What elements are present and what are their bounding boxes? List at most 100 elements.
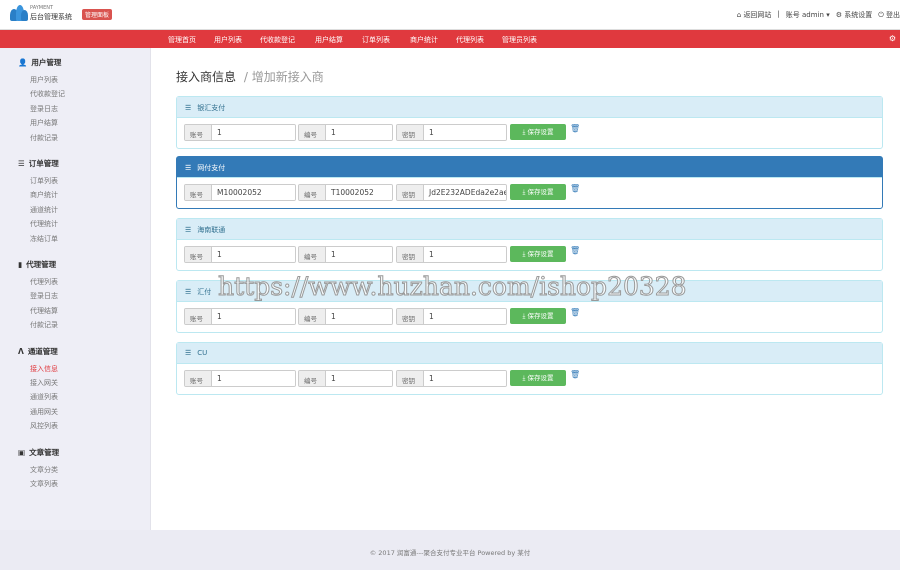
sidebar-group-label: 文章管理: [29, 447, 60, 457]
sidebar-group[interactable]: ☰ 订单管理: [18, 158, 59, 169]
sidebar-item[interactable]: 风控列表: [30, 421, 58, 431]
trash-icon[interactable]: 🗑: [570, 308, 580, 317]
account-addon: 账号: [185, 371, 212, 386]
account-addon: 账号: [185, 125, 212, 140]
sidebar-item[interactable]: 文章分类: [30, 465, 58, 475]
gear-icon: ⚙: [835, 11, 845, 19]
key-input[interactable]: 1: [424, 371, 506, 386]
settings-link[interactable]: ⚙ 系统设置: [836, 10, 873, 20]
sidebar-group[interactable]: ▣ 文章管理: [18, 447, 59, 458]
key-addon: 密钥: [397, 185, 424, 200]
key-field-group: 密钥 1: [396, 308, 507, 325]
nav-item[interactable]: 代收款登记: [260, 35, 295, 45]
sidebar-group[interactable]: ▮ 代理管理: [18, 259, 56, 270]
sidebar-item[interactable]: 通道统计: [30, 205, 58, 215]
number-input[interactable]: 1: [326, 247, 392, 262]
gear-icon[interactable]: ⚙: [889, 34, 896, 43]
key-input[interactable]: 1: [424, 247, 506, 262]
account-field-group: 账号 1: [184, 124, 296, 141]
caret-down-icon: ▾: [826, 11, 830, 19]
nav-item[interactable]: 管理首页: [168, 35, 196, 45]
sidebar-item[interactable]: 接入信息: [30, 364, 58, 374]
nav-item[interactable]: 代理列表: [456, 35, 484, 45]
sidebar-item[interactable]: 付款记录: [30, 320, 58, 330]
provider-name: 海南联通: [197, 226, 226, 234]
provider-name: 网付支付: [197, 164, 226, 172]
sidebar-item[interactable]: 代理列表: [30, 277, 58, 287]
account-input[interactable]: 1: [212, 125, 295, 140]
account-input[interactable]: M10002052: [212, 185, 295, 200]
trash-icon[interactable]: 🗑: [570, 124, 580, 133]
nav-item[interactable]: 用户结算: [315, 35, 343, 45]
sidebar-item[interactable]: 代理结算: [30, 306, 58, 316]
settings-label: 系统设置: [844, 11, 873, 19]
logout-label: 登出: [886, 11, 900, 19]
save-button[interactable]: ⤓ 保存设置: [510, 184, 566, 200]
account-input[interactable]: 1: [212, 371, 295, 386]
number-input[interactable]: 1: [326, 309, 392, 324]
nav-item[interactable]: 用户列表: [214, 35, 242, 45]
key-input[interactable]: 1: [424, 309, 506, 324]
trash-icon[interactable]: 🗑: [570, 370, 580, 379]
key-input[interactable]: 1: [424, 125, 506, 140]
key-input[interactable]: Jd2E232ADEda2e2aeP3: [424, 185, 506, 200]
sidebar-group[interactable]: 👤 用户管理: [18, 57, 61, 68]
sidebar-item[interactable]: 用户列表: [30, 75, 58, 85]
list-icon: ☰: [185, 104, 192, 112]
sidebar-item[interactable]: 代收款登记: [30, 89, 65, 99]
number-field-group: 编号 T10002052: [298, 184, 393, 201]
save-label: 保存设置: [527, 250, 554, 258]
number-input[interactable]: 1: [326, 125, 392, 140]
account-input[interactable]: 1: [212, 247, 295, 262]
trash-icon[interactable]: 🗑: [570, 246, 580, 255]
sidebar-item[interactable]: 代理统计: [30, 219, 58, 229]
sidebar-group[interactable]: Λ 通道管理: [18, 346, 58, 357]
key-addon: 密钥: [397, 247, 424, 262]
sidebar-item[interactable]: 订单列表: [30, 176, 58, 186]
footer: © 2017 润富通---聚合支付专业平台 Powered by 某付: [0, 530, 900, 570]
sidebar-item[interactable]: 通用网关: [30, 407, 58, 417]
panel-heading: ☰ 汇付: [177, 281, 882, 302]
account-dropdown[interactable]: 账号 admin ▾: [786, 10, 830, 20]
sidebar-item[interactable]: 登录日志: [30, 104, 58, 114]
top-header: PAYMENT 后台管理系统 管理面板 ⌂ 返回网站 | 账号 admin ▾ …: [0, 0, 900, 30]
logout-link[interactable]: ⏻ 登出: [878, 10, 900, 20]
trash-icon[interactable]: 🗑: [570, 184, 580, 193]
account-field-group: 账号 1: [184, 370, 296, 387]
brand-title: 后台管理系统: [30, 13, 72, 21]
sidebar-item[interactable]: 用户结算: [30, 118, 58, 128]
back-site-link[interactable]: ⌂ 返回网站: [737, 10, 772, 20]
number-input[interactable]: T10002052: [326, 185, 392, 200]
sidebar-item[interactable]: 冻结订单: [30, 234, 58, 244]
number-input[interactable]: 1: [326, 371, 392, 386]
number-field-group: 编号 1: [298, 308, 393, 325]
panel-heading: ☰ 银汇支付: [177, 97, 882, 118]
list-icon: ☰: [18, 159, 25, 168]
panel-heading: ☰ 网付支付: [177, 157, 882, 178]
main-content: 接入商信息 / 增加新接入商 ☰ 银汇支付 账号 1 编号 1 密钥 1 ⤓ 保存设置 🗑 …: [151, 48, 900, 530]
brand-subtitle: PAYMENT: [30, 5, 54, 11]
sidebar-item[interactable]: 接入网关: [30, 378, 58, 388]
save-button[interactable]: ⤓ 保存设置: [510, 246, 566, 262]
save-label: 保存设置: [527, 312, 554, 320]
sidebar-item[interactable]: 商户统计: [30, 190, 58, 200]
nav-item[interactable]: 商户统计: [410, 35, 438, 45]
save-button[interactable]: ⤓ 保存设置: [510, 370, 566, 386]
sidebar-item[interactable]: 通道列表: [30, 392, 58, 402]
save-label: 保存设置: [527, 128, 554, 136]
account-input[interactable]: 1: [212, 309, 295, 324]
number-addon: 编号: [299, 247, 326, 262]
key-field-group: 密钥 1: [396, 124, 507, 141]
save-button[interactable]: ⤓ 保存设置: [510, 124, 566, 140]
sidebar-item[interactable]: 登录日志: [30, 291, 58, 301]
sidebar-item[interactable]: 付款记录: [30, 133, 58, 143]
key-addon: 密钥: [397, 309, 424, 324]
sidebar-item[interactable]: 文章列表: [30, 479, 58, 489]
number-addon: 编号: [299, 185, 326, 200]
user-icon: 👤: [18, 58, 28, 67]
nav-item[interactable]: 订单列表: [362, 35, 390, 45]
page-title-text: 接入商信息: [176, 70, 237, 84]
sidebar-group-label: 订单管理: [28, 159, 59, 168]
save-button[interactable]: ⤓ 保存设置: [510, 308, 566, 324]
nav-item[interactable]: 管理员列表: [502, 35, 537, 45]
